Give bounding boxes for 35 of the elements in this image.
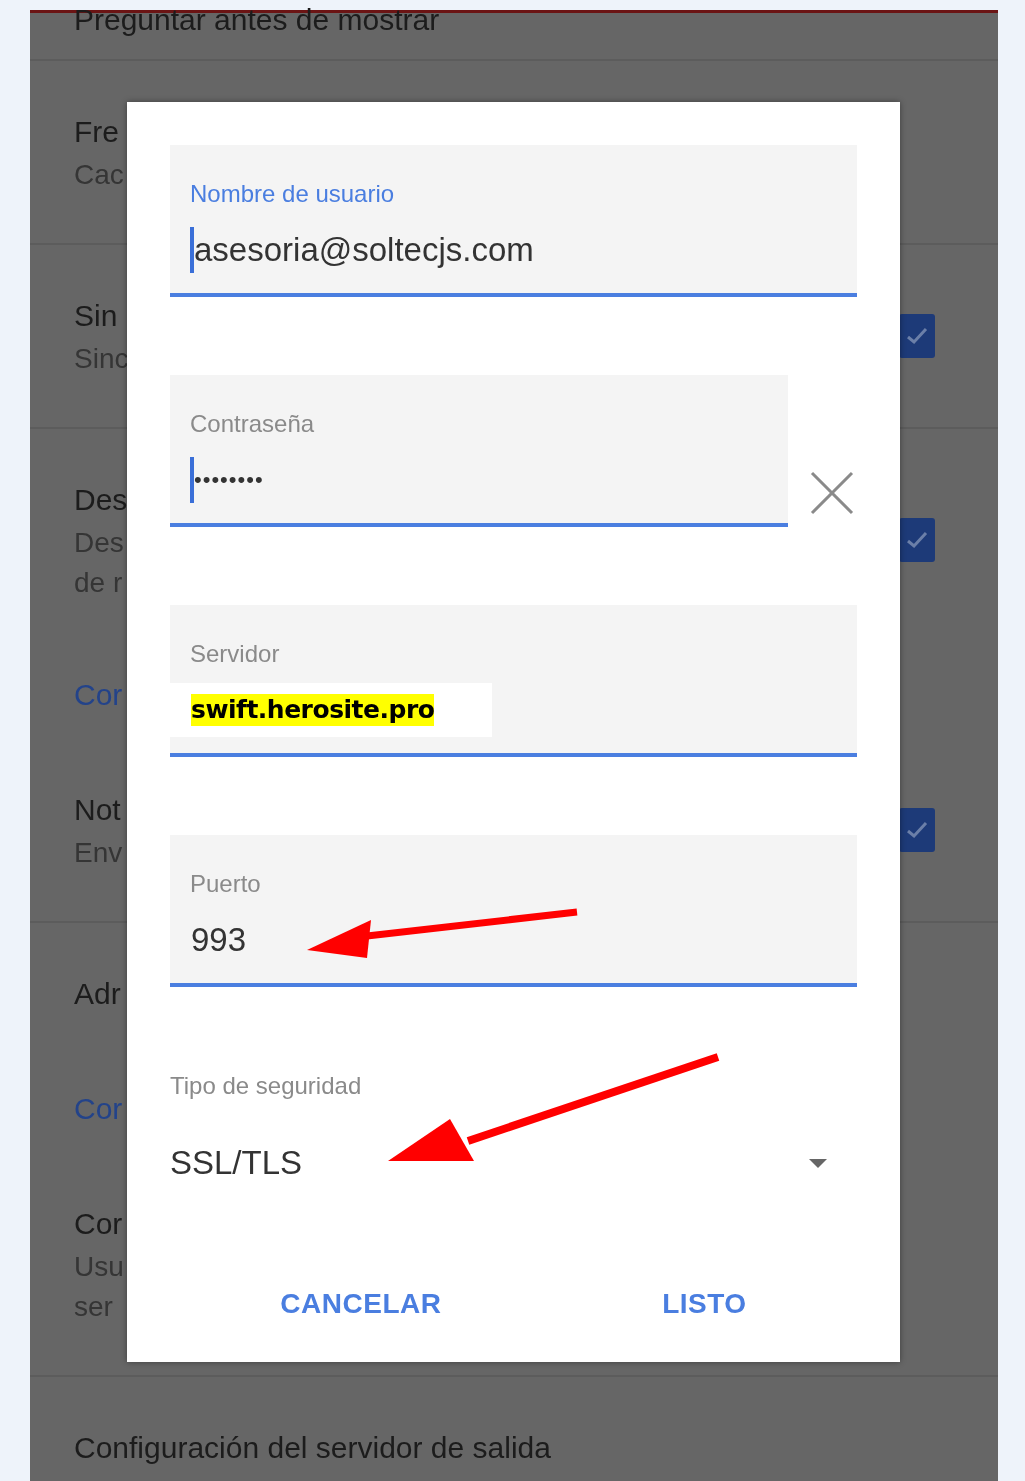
field-value: •••••••• — [194, 466, 264, 494]
cancel-button[interactable]: CANCELAR — [268, 1275, 454, 1333]
input-field[interactable]: Puerto 993 — [170, 835, 857, 987]
section-header: Cor — [74, 1092, 123, 1125]
checkbox[interactable] — [899, 314, 935, 358]
field-value: swift.herosite.pro — [191, 694, 435, 726]
setting-title: Not — [74, 792, 121, 828]
field-value: asesoria@soltecjs.com — [194, 230, 534, 270]
checkmark-icon — [906, 821, 928, 839]
field-label: Puerto — [189, 869, 262, 899]
checkbox[interactable] — [899, 518, 935, 562]
input-field[interactable]: Nombre de usuario asesoria@soltecjs.com — [170, 145, 857, 297]
setting-title: Fre — [74, 114, 119, 150]
setting-title: Configuración del servidor de salida — [74, 1430, 551, 1466]
setting-title: Preguntar antes de mostrar — [74, 2, 440, 38]
section-header: Cor — [74, 678, 123, 711]
field-value: 993 — [191, 920, 247, 960]
checkmark-icon — [906, 327, 928, 345]
setting-title: Des — [74, 482, 128, 518]
close-icon[interactable] — [810, 471, 854, 515]
checkbox[interactable] — [899, 808, 935, 852]
select-value: SSL/TLS — [170, 1143, 303, 1183]
setting-title: Sin — [74, 298, 118, 334]
field-label: Nombre de usuario — [189, 179, 396, 209]
select-label: Tipo de seguridad — [170, 1071, 363, 1101]
setting-title: Cor — [74, 1206, 123, 1242]
dropdown-caret-icon — [809, 1158, 827, 1168]
setting-title: Adr — [74, 976, 121, 1012]
field-label: Servidor — [189, 639, 281, 669]
done-button[interactable]: LISTO — [650, 1275, 759, 1333]
input-field[interactable]: Servidor swift.herosite.pro — [170, 605, 857, 757]
input-field[interactable]: Contraseña •••••••• — [170, 375, 788, 527]
security-type-select[interactable]: Tipo de seguridad SSL/TLS — [170, 1071, 857, 1185]
field-label: Contraseña — [189, 409, 316, 439]
checkmark-icon — [906, 531, 928, 549]
